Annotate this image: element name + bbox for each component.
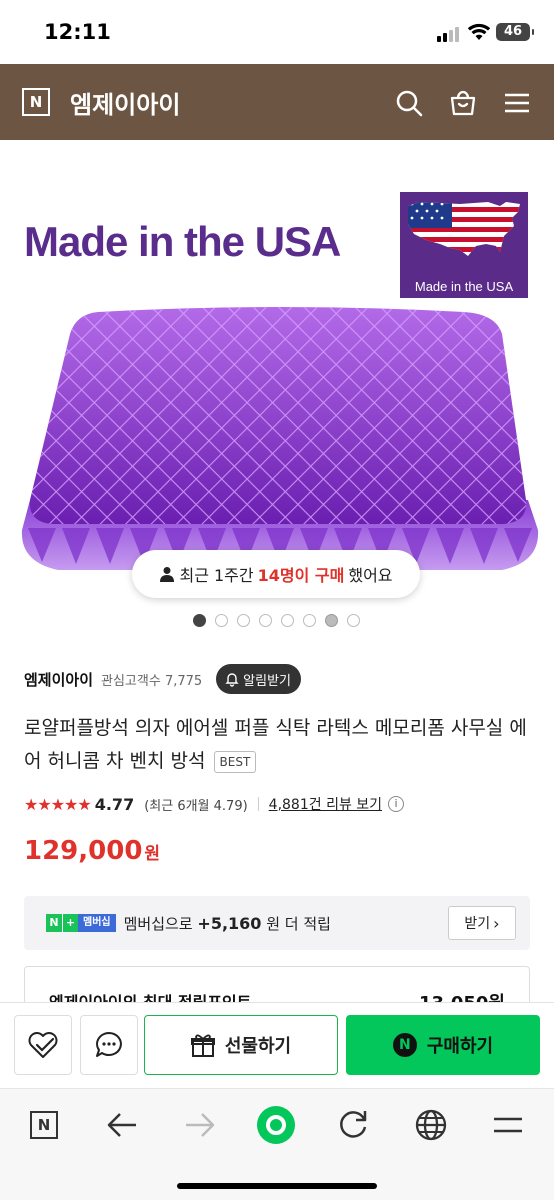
recent-rating: (최근 6개월 4.79)	[144, 798, 248, 814]
badge-plus: +	[62, 914, 78, 932]
green-dot-icon[interactable]	[256, 1105, 296, 1145]
forward-arrow-icon[interactable]	[180, 1105, 220, 1145]
gift-button[interactable]: 선물하기	[144, 1015, 338, 1075]
naver-logo-icon[interactable]: N	[22, 88, 50, 116]
product-title-text: 로얄퍼플방석 의자 에어셀 퍼플 식탁 라텍스 메모리폼 사무실 에어 허니콤 …	[24, 717, 527, 772]
badge-n: N	[46, 914, 62, 932]
carousel-dot[interactable]	[259, 614, 272, 627]
status-time: 12:11	[44, 20, 111, 44]
refresh-icon[interactable]	[333, 1105, 373, 1145]
membership-points: +5,160	[197, 913, 262, 933]
cellular-signal-icon	[437, 26, 463, 42]
carousel-dot[interactable]	[281, 614, 294, 627]
store-header: N 엠제이아이	[0, 64, 554, 140]
purchase-notice-suffix: 했어요	[348, 566, 393, 585]
store-name[interactable]: 엠제이아이	[70, 85, 180, 120]
naver-pay-icon: N	[392, 1033, 417, 1057]
flag-caption: Made in the USA	[414, 279, 514, 294]
review-link[interactable]: 4,881건 리뷰 보기	[269, 794, 382, 814]
purchase-notice-highlight: 14명이 구매	[257, 566, 345, 585]
naver-home-letter: N	[30, 1111, 58, 1139]
carousel-dot[interactable]	[215, 614, 228, 627]
wishlist-button[interactable]	[14, 1015, 72, 1075]
price: 129,000 원	[24, 836, 160, 866]
status-bar: 12:11 46	[0, 0, 554, 64]
chat-bubble-icon	[96, 1032, 122, 1057]
recent-purchase-notice: 최근 1주간 14명이 구매 했어요	[132, 550, 420, 598]
receive-button[interactable]: 받기 ›	[448, 906, 516, 940]
product-image-carousel[interactable]: Made in the USA Made in the USA 최근 1주간 1…	[0, 140, 554, 650]
wifi-icon	[467, 23, 491, 40]
bell-plus-icon	[225, 673, 239, 687]
rating-value: 4.77	[94, 794, 135, 814]
divider	[257, 797, 259, 811]
browser-toolbar: N	[0, 1088, 554, 1200]
menu-icon[interactable]	[502, 88, 532, 118]
search-icon[interactable]	[394, 88, 424, 118]
browser-menu-icon[interactable]	[488, 1105, 528, 1145]
hero-title: Made in the USA	[24, 218, 341, 265]
alarm-label: 알림받기	[243, 673, 292, 689]
badge-label: 멤버십	[78, 914, 116, 932]
fan-count: 관심고객수 7,775	[101, 673, 203, 689]
battery-icon: 46	[496, 23, 534, 41]
home-indicator[interactable]	[177, 1183, 377, 1189]
purchase-action-bar: 선물하기 N 구매하기	[0, 1002, 554, 1088]
naver-plus-membership-badge: N + 멤버십	[46, 914, 116, 932]
seller-name[interactable]: 엠제이아이	[24, 669, 93, 690]
info-icon[interactable]: i	[388, 796, 405, 812]
back-arrow-icon[interactable]	[102, 1105, 142, 1145]
alarm-subscribe-button[interactable]: 알림받기	[216, 664, 302, 694]
carousel-dot[interactable]	[193, 614, 206, 627]
seller-row: 엠제이아이 관심고객수 7,775 알림받기	[24, 664, 302, 694]
globe-icon[interactable]	[411, 1105, 451, 1145]
buy-button[interactable]: N 구매하기	[346, 1015, 540, 1075]
price-unit: 원	[144, 844, 161, 864]
carousel-dot-video[interactable]	[325, 614, 338, 627]
usa-flag-map-image: Made in the USA	[400, 192, 528, 298]
best-badge: BEST	[213, 750, 257, 773]
rating-row: ★★★★★ 4.77 (최근 6개월 4.79) 4,881건 리뷰 보기 i	[24, 794, 405, 814]
chevron-right-icon: ›	[493, 913, 500, 933]
membership-benefit: N + 멤버십 멤버십으로 +5,160 원 더 적립 받기 ›	[24, 896, 530, 950]
carousel-dot[interactable]	[303, 614, 316, 627]
talk-button[interactable]	[80, 1015, 138, 1075]
membership-text: 멤버십으로 +5,160 원 더 적립	[124, 913, 331, 934]
heart-check-icon	[28, 1032, 58, 1058]
max-points-box: 엠제이아이의 최대 적립포인트 13,050원	[24, 966, 530, 1006]
gift-icon	[190, 1034, 215, 1057]
star-rating-icon: ★★★★★	[24, 794, 92, 814]
membership-text-suffix: 원 더 적립	[266, 914, 331, 933]
carousel-dots[interactable]	[193, 614, 360, 627]
naver-home-icon[interactable]: N	[24, 1105, 64, 1145]
receive-label: 받기	[464, 916, 491, 932]
shopping-bag-icon[interactable]	[448, 88, 478, 118]
membership-text-prefix: 멤버십으로	[123, 914, 193, 933]
purchase-notice-prefix: 최근 1주간	[179, 566, 254, 585]
carousel-dot[interactable]	[237, 614, 250, 627]
gift-label: 선물하기	[224, 1036, 292, 1057]
buy-label: 구매하기	[426, 1036, 494, 1057]
price-value: 129,000	[24, 836, 143, 866]
carousel-dot[interactable]	[347, 614, 360, 627]
product-title: 로얄퍼플방석 의자 에어셀 퍼플 식탁 라텍스 메모리폼 사무실 에어 허니콤 …	[24, 712, 534, 778]
person-icon	[160, 567, 175, 582]
